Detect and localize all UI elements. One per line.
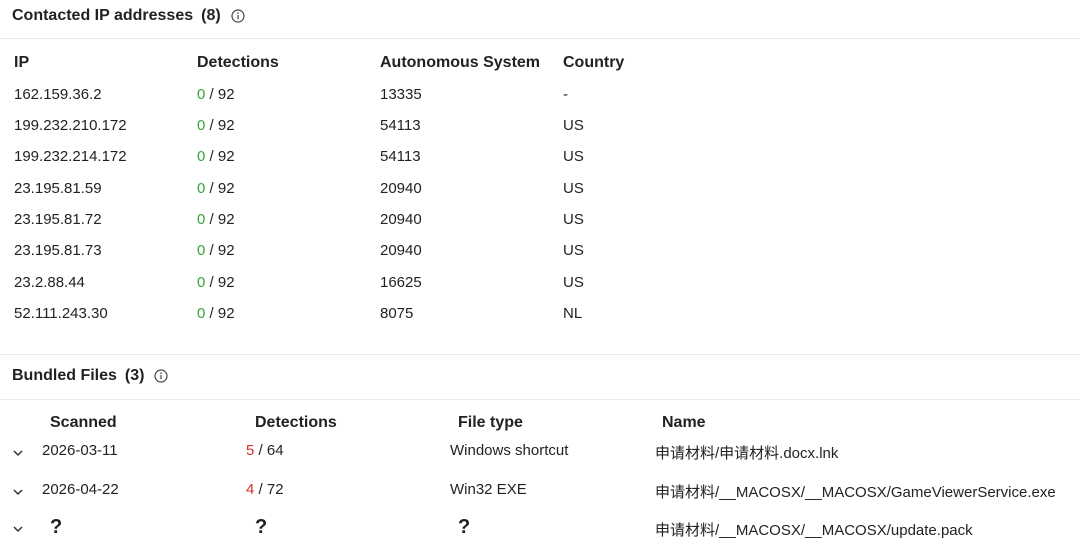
contacted-ips-title: Contacted IP addresses (12, 7, 194, 24)
engine-total: / 92 (209, 274, 235, 291)
country-code: - (563, 86, 568, 103)
detection-ratio: 0 / 92 (197, 117, 235, 134)
file-name-link[interactable]: 申请材料/申请材料.docx.lnk (655, 442, 838, 463)
detection-ratio: 0 / 92 (197, 86, 235, 103)
detection-count: 0 (197, 117, 206, 134)
country-code: US (563, 117, 584, 134)
detection-count: 0 (197, 242, 206, 259)
ip-link[interactable]: 23.195.81.73 (14, 242, 102, 259)
country-code: US (563, 148, 584, 165)
detection-ratio: 0 / 92 (197, 180, 235, 197)
ip-column-header[interactable]: IP (14, 54, 29, 72)
section-divider (0, 354, 1080, 355)
table-row: 23.2.88.44 0 / 92 16625 US (0, 274, 1080, 305)
file-type: Windows shortcut (450, 442, 569, 459)
ip-link[interactable]: 199.232.214.172 (14, 148, 127, 165)
contacted-ips-count: (8) (201, 7, 221, 24)
country-code: NL (563, 305, 583, 322)
table-row: 199.232.210.172 0 / 92 54113 US (0, 117, 1080, 148)
table-row: 23.195.81.72 0 / 92 20940 US (0, 211, 1080, 242)
detection-ratio: 0 / 92 (197, 274, 235, 291)
detection-ratio: 0 / 92 (197, 148, 235, 165)
detection-ratio: 0 / 92 (197, 305, 235, 322)
detection-count: 0 (197, 305, 206, 322)
engine-total: / 92 (209, 211, 235, 228)
chevron-down-icon[interactable] (12, 486, 24, 498)
engine-total: / 92 (209, 148, 235, 165)
detection-count: 5 (246, 442, 255, 459)
chevron-down-icon[interactable] (12, 523, 24, 535)
filetype-column-header[interactable]: File type (458, 414, 523, 432)
country-column-header[interactable]: Country (563, 54, 624, 72)
country-code: US (563, 242, 584, 259)
bundled-files-header: Bundled Files (3) (12, 367, 169, 385)
engine-total: / 92 (209, 117, 235, 134)
country-code: US (563, 274, 584, 291)
ip-link[interactable]: 23.195.81.59 (14, 180, 102, 197)
as-column-header[interactable]: Autonomous System (380, 54, 540, 72)
ip-link[interactable]: 199.232.210.172 (14, 117, 127, 134)
detection-ratio: 5 / 64 (246, 442, 284, 459)
ip-link[interactable]: 23.2.88.44 (14, 274, 85, 291)
ip-link[interactable]: 52.111.243.30 (14, 305, 108, 322)
scanned-unknown: ? (50, 516, 63, 538)
file-name-link[interactable]: 申请材料/__MACOSX/__MACOSX/GameViewerService… (655, 481, 1056, 502)
as-number: 54113 (380, 148, 421, 165)
engine-total: / 64 (258, 442, 284, 459)
detection-count: 0 (197, 180, 206, 197)
detection-ratio: 0 / 92 (197, 242, 235, 259)
detection-count: 0 (197, 148, 206, 165)
chevron-down-icon[interactable] (12, 447, 24, 459)
scanned-date: 2026-03-11 (42, 442, 118, 459)
detection-ratio: 4 / 72 (246, 481, 284, 498)
detection-ratio: 0 / 92 (197, 211, 235, 228)
section-divider (0, 399, 1080, 400)
table-row: 52.111.243.30 0 / 92 8075 NL (0, 305, 1080, 336)
as-number: 8075 (380, 305, 414, 322)
info-icon[interactable] (154, 369, 169, 383)
as-number: 20940 (380, 180, 422, 197)
detections-unknown: ? (255, 516, 268, 538)
detection-count: 0 (197, 211, 206, 228)
table-row: 162.159.36.2 0 / 92 13335 - (0, 86, 1080, 117)
as-number: 13335 (380, 86, 422, 103)
name-column-header[interactable]: Name (662, 414, 706, 432)
table-row: 23.195.81.59 0 / 92 20940 US (0, 180, 1080, 211)
table-row: 199.232.214.172 0 / 92 54113 US (0, 148, 1080, 179)
bundled-files-count: (3) (124, 367, 145, 384)
as-number: 16625 (380, 274, 422, 291)
detections-column-header[interactable]: Detections (255, 414, 337, 432)
detection-count: 0 (197, 274, 206, 291)
engine-total: / 92 (209, 180, 235, 197)
table-row: ? ? ? 申请材料/__MACOSX/__MACOSX/update.pack (0, 516, 1080, 547)
detection-count: 4 (246, 481, 255, 498)
table-row: 23.195.81.73 0 / 92 20940 US (0, 242, 1080, 273)
engine-total: / 92 (209, 86, 235, 103)
scanned-column-header[interactable]: Scanned (50, 414, 117, 432)
engine-total: / 72 (258, 481, 284, 498)
contacted-ips-header: Contacted IP addresses (8) (12, 7, 245, 25)
bundled-files-title: Bundled Files (12, 367, 117, 384)
country-code: US (563, 180, 584, 197)
country-code: US (563, 211, 584, 228)
info-icon[interactable] (231, 9, 245, 23)
file-type: Win32 EXE (450, 481, 527, 498)
section-divider (0, 38, 1080, 39)
detection-count: 0 (197, 86, 206, 103)
engine-total: / 92 (209, 305, 235, 322)
file-name-link[interactable]: 申请材料/__MACOSX/__MACOSX/update.pack (655, 519, 973, 540)
engine-total: / 92 (209, 242, 235, 259)
detections-column-header[interactable]: Detections (197, 54, 279, 72)
ip-link[interactable]: 23.195.81.72 (14, 211, 102, 228)
scanned-date: 2026-04-22 (42, 481, 119, 498)
as-number: 20940 (380, 242, 422, 259)
filetype-unknown: ? (458, 516, 471, 538)
table-row: 2026-04-22 4 / 72 Win32 EXE 申请材料/__MACOS… (0, 481, 1080, 512)
as-number: 20940 (380, 211, 422, 228)
as-number: 54113 (380, 117, 421, 134)
ip-link[interactable]: 162.159.36.2 (14, 86, 102, 103)
table-row: 2026-03-11 5 / 64 Windows shortcut 申请材料/… (0, 442, 1080, 473)
